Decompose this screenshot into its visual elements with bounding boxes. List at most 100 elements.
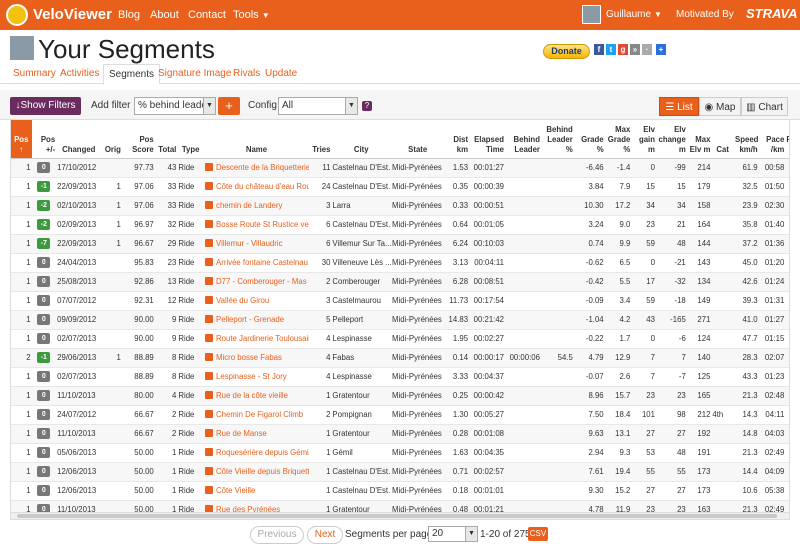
map-view-button[interactable]: ◉ Map <box>699 97 741 116</box>
column-header[interactable]: Tries <box>308 120 332 159</box>
table-row[interactable]: 1 0 12/06/2013 50.00 1 Ride Côte Vieille depui… <box>11 462 789 482</box>
column-header[interactable]: Name <box>204 120 309 159</box>
column-header[interactable]: Speed km/h <box>734 120 759 159</box>
segment-name-link[interactable]: Côte Vieille depuis Briquetterie <box>216 467 309 476</box>
column-header[interactable]: Elv gain m <box>631 120 656 159</box>
list-view-button[interactable]: ☰ List <box>659 97 699 116</box>
segment-name-link[interactable]: Pelleport - Grenade <box>216 315 284 324</box>
table-row[interactable]: 1 0 24/07/2012 66.67 2 Ride Chemin De Figarol … <box>11 405 789 425</box>
table-row[interactable]: 1 0 11/10/2013 66.67 2 Ride Rue de Manse 1 Grate… <box>11 424 789 444</box>
table-row[interactable]: 1 -2 02/10/2013 1 97.06 33 Ride chemin de Lande… <box>11 196 789 216</box>
table-row[interactable]: 1 0 02/07/2013 88.89 8 Ride Lespinasse - St Jo… <box>11 367 789 387</box>
segment-name-link[interactable]: D77 - Comberouger - Mas <box>216 277 307 286</box>
column-header[interactable]: Behind Leader % <box>540 120 574 159</box>
user-menu[interactable]: Guillaume ▼ <box>606 9 662 20</box>
strava-segment-icon[interactable] <box>205 296 214 304</box>
tab-activities[interactable]: Activities <box>60 68 99 79</box>
column-header[interactable]: Max Grade % <box>604 120 632 159</box>
strava-segment-icon[interactable] <box>205 201 214 209</box>
horizontal-scrollbar[interactable] <box>10 512 790 520</box>
table-row[interactable]: 1 0 07/07/2012 92.31 12 Ride Vallée du Girou 3 C… <box>11 291 789 311</box>
segment-name-link[interactable]: Arrivée fontaine Castelnau <box>216 258 308 267</box>
segment-name-link[interactable]: Lespinasse - St Jory <box>216 372 287 381</box>
column-header[interactable]: Dist km <box>444 120 470 159</box>
nav-tools[interactable]: Tools ▼ <box>233 9 270 21</box>
strava-segment-icon[interactable] <box>205 448 214 456</box>
column-header[interactable]: Total <box>154 120 178 159</box>
column-header[interactable]: Cat <box>711 120 735 159</box>
table-row[interactable]: 1 0 25/08/2013 92.86 13 Ride D77 - Comberouger… <box>11 272 789 292</box>
google-plus-icon[interactable]: g <box>618 44 628 55</box>
strava-segment-icon[interactable] <box>205 163 214 171</box>
column-header[interactable]: Behind Leader <box>505 120 541 159</box>
tab-segments[interactable]: Segments <box>103 64 161 85</box>
strava-segment-icon[interactable] <box>205 315 214 323</box>
scrollbar-thumb[interactable] <box>17 514 777 518</box>
strava-segment-icon[interactable] <box>205 239 214 247</box>
segment-name-link[interactable]: Rue de la côte vieille <box>216 391 288 400</box>
column-header[interactable]: Changed <box>56 120 102 159</box>
strava-segment-icon[interactable] <box>205 334 214 342</box>
strava-segment-icon[interactable] <box>205 410 214 418</box>
next-button[interactable]: Next <box>307 526 343 544</box>
tab-summary[interactable]: Summary <box>13 68 56 79</box>
nav-contact[interactable]: Contact <box>188 9 226 21</box>
segment-name-link[interactable]: Micro bosse Fabas <box>216 353 282 362</box>
strava-segment-icon[interactable] <box>205 372 214 380</box>
segment-name-link[interactable]: Villemur - Villaudric <box>216 239 282 248</box>
veloviewer-logo-icon[interactable] <box>6 4 28 26</box>
segment-name-link[interactable]: Descente de la Briquetterie <box>216 163 309 172</box>
user-avatar[interactable] <box>582 5 601 24</box>
add-icon[interactable]: + <box>656 44 666 55</box>
config-select[interactable]: All ▼ <box>278 97 358 115</box>
segment-name-link[interactable]: Vallée du Girou <box>216 296 269 305</box>
chart-view-button[interactable]: ▥ Chart <box>741 97 788 116</box>
segment-name-link[interactable]: Rue des Pyrénées <box>216 505 280 512</box>
segment-name-link[interactable]: Chemin De Figarol Climb <box>216 410 303 419</box>
previous-button[interactable]: Previous <box>250 526 304 544</box>
table-row[interactable]: 1 0 05/06/2013 50.00 1 Ride Roquesérière depui… <box>11 443 789 463</box>
column-header[interactable]: Pos +/- <box>31 120 57 159</box>
strava-segment-icon[interactable] <box>205 505 214 512</box>
strava-segment-icon[interactable] <box>205 258 214 266</box>
table-row[interactable]: 1 0 12/06/2013 50.00 1 Ride Côte Vieille 1 Caste… <box>11 481 789 501</box>
segment-name-link[interactable]: Côte du château d'eau Rouffiac <box>216 182 309 191</box>
tab-signature-image[interactable]: Signature Image <box>158 68 231 79</box>
strava-segment-icon[interactable] <box>205 220 214 228</box>
strava-segment-icon[interactable] <box>205 277 214 285</box>
column-header[interactable]: Orig <box>101 120 122 159</box>
column-header[interactable]: State <box>391 120 445 159</box>
strava-segment-icon[interactable] <box>205 182 214 190</box>
csv-export-button[interactable]: CSV <box>528 527 548 541</box>
share-icon[interactable]: » <box>630 44 640 55</box>
per-page-select[interactable]: 20 ▼ <box>428 526 478 542</box>
show-filters-button[interactable]: ↓Show Filters <box>10 97 81 115</box>
segment-name-link[interactable]: Route Jardinerie Toulousaine <box>216 334 309 343</box>
table-row[interactable]: 1 -1 22/09/2013 1 97.06 33 Ride Côte du château… <box>11 177 789 197</box>
table-row[interactable]: 1 0 09/09/2012 90.00 9 Ride Pelleport - Grenad… <box>11 310 789 330</box>
add-filter-button[interactable]: + <box>218 97 240 115</box>
table-row[interactable]: 1 0 11/10/2013 50.00 1 Ride Rue des Pyrénées 1 G… <box>11 500 789 512</box>
strava-segment-icon[interactable] <box>205 467 214 475</box>
column-header[interactable]: Elapsed Time <box>469 120 505 159</box>
table-row[interactable]: 1 0 02/07/2013 90.00 9 Ride Route Jardinerie T… <box>11 329 789 349</box>
table-row[interactable]: 1 0 11/10/2013 80.00 4 Ride Rue de la côte vie… <box>11 386 789 406</box>
bookmark-icon[interactable]: · <box>642 44 652 55</box>
strava-segment-icon[interactable] <box>205 486 214 494</box>
table-row[interactable]: 1 -7 22/09/2013 1 96.67 29 Ride Villemur - Vill… <box>11 234 789 254</box>
table-row[interactable]: 2 -1 29/06/2013 1 88.89 8 Ride Micro bosse Faba… <box>11 348 789 368</box>
column-header[interactable]: Pace /km <box>758 120 786 159</box>
segment-name-link[interactable]: Roquesérière depuis Gémil <box>216 448 309 457</box>
table-row[interactable]: 1 0 24/04/2013 95.83 23 Ride Arrivée fontaine … <box>11 253 789 273</box>
strava-logo[interactable]: STRAVA <box>746 6 798 21</box>
segment-name-link[interactable]: Côte Vieille <box>216 486 255 495</box>
table-row[interactable]: 1 0 17/10/2012 97.73 43 Ride Descente de la Br… <box>11 158 789 178</box>
tab-update[interactable]: Update <box>265 68 297 79</box>
donate-button[interactable]: Donate <box>543 44 590 59</box>
strava-segment-icon[interactable] <box>205 391 214 399</box>
segment-name-link[interactable]: chemin de Landery <box>216 201 282 210</box>
column-header[interactable]: Elv change m <box>655 120 687 159</box>
facebook-icon[interactable]: f <box>594 44 604 55</box>
column-header[interactable]: Max Elv m <box>686 120 712 159</box>
tab-rivals[interactable]: Rivals <box>233 68 260 79</box>
